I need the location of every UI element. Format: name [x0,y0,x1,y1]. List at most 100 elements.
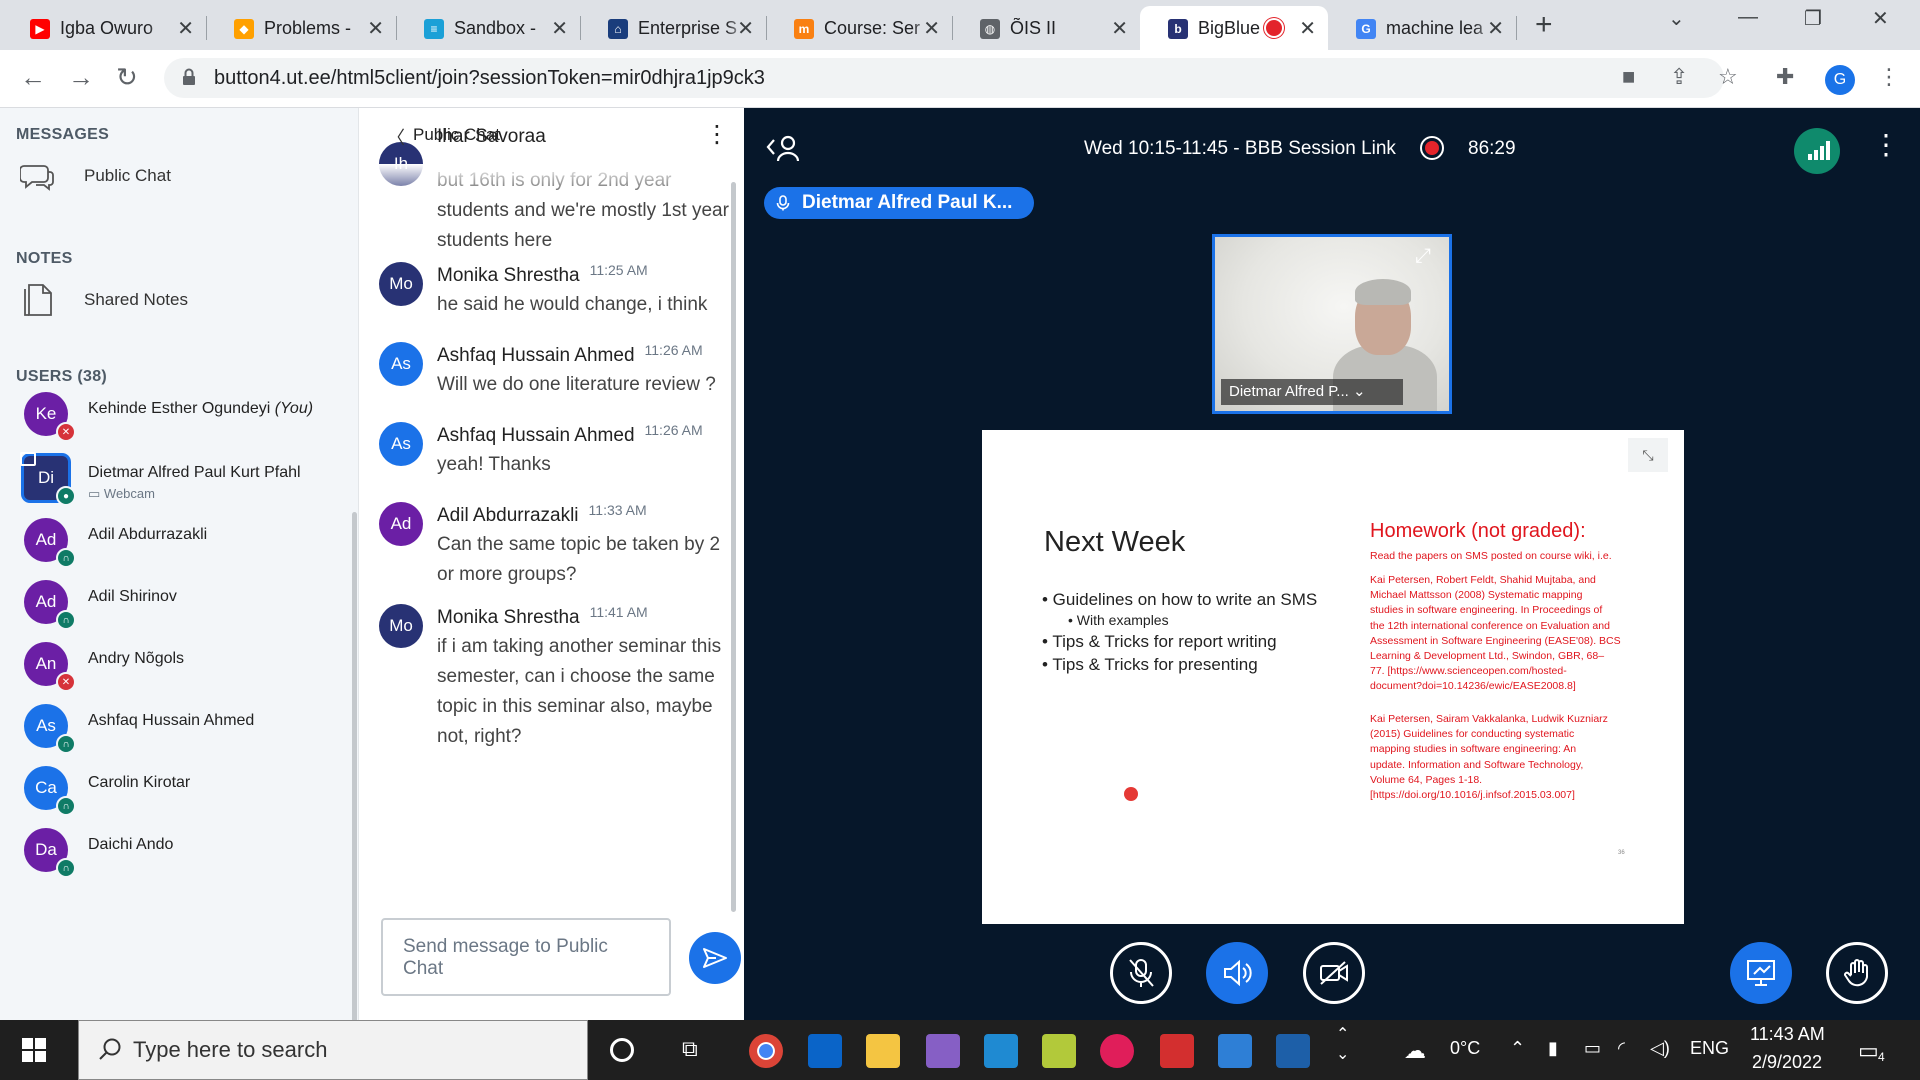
user-list-item[interactable]: Ca ∩ Carolin Kirotar [20,760,340,816]
chat-title: Public Chat [413,125,500,144]
tab-close-icon[interactable]: ✕ [367,16,384,41]
tab-close-icon[interactable]: ✕ [923,16,940,41]
video-button[interactable] [1303,942,1365,1004]
talking-indicator[interactable]: Dietmar Alfred Paul K... [764,187,1035,219]
shared-notes-label: Shared Notes [84,290,188,309]
raise-hand-button[interactable] [1826,942,1888,1004]
chat-scrollbar[interactable] [731,182,736,912]
cortana-icon[interactable] [610,1038,634,1062]
tab-title: Enterprise S [638,18,738,38]
tab-close-icon[interactable]: ✕ [551,16,568,41]
user-list-item[interactable]: Da ∩ Daichi Ando [20,822,340,878]
reference-line: (2015) Guidelines for conducting systema… [1370,728,1575,741]
recording-indicator-icon[interactable] [1420,136,1444,160]
acrobat-taskbar-icon[interactable] [1160,1034,1194,1068]
reload-icon[interactable]: ↻ [116,62,138,93]
minimize-button[interactable]: — [1738,6,1758,29]
browser-tab[interactable]: m Course: Ser ✕ [766,6,953,50]
avatar: As [379,342,423,386]
user-list-item[interactable]: As ∩ Ashfaq Hussain Ahmed [20,698,340,754]
browser-tab[interactable]: b BigBlue ✕ [1140,6,1328,50]
message-time: 11:41 AM [589,604,648,620]
notifications-icon[interactable]: ▭ [1858,1038,1879,1064]
public-chat-item[interactable]: Public Chat [18,156,171,196]
language-indicator[interactable]: ENG [1690,1038,1729,1059]
webcam-video[interactable]: ⤢ Dietmar Alfred P... ⌄ [1212,234,1452,414]
restore-button[interactable]: ❐ [1804,6,1822,31]
wifi-icon[interactable]: ◜ [1618,1038,1625,1059]
battery-icon[interactable]: ▭ [1584,1038,1601,1059]
browser-menu-icon[interactable]: ⋮ [1878,64,1900,90]
tab-close-icon[interactable]: ✕ [1111,16,1128,41]
chat-options-icon[interactable]: ⋮ [705,120,729,149]
tab-close-icon[interactable]: ✕ [737,16,754,41]
message-time: 11:25 AM [589,262,648,278]
clock-time[interactable]: 11:43 AM [1750,1024,1825,1045]
expand-icon[interactable]: ⤢ [1415,245,1431,268]
file-explorer-taskbar-icon[interactable] [866,1034,900,1068]
microphone-tray-icon[interactable]: ▮ [1548,1038,1558,1059]
browser-tab[interactable]: Gmachine lea ✕ [1328,6,1517,50]
tray-expand-icon[interactable]: ⌃ [1510,1038,1525,1059]
task-view-icon[interactable]: ⧉ [682,1036,698,1062]
tab-search-icon[interactable]: ⌄ [1668,6,1685,31]
user-list-item[interactable]: Ad ∩ Adil Shirinov [20,574,340,630]
user-list-item[interactable]: Ad ∩ Adil Abdurrazakli [20,512,340,568]
back-arrow-icon[interactable]: ← [20,62,46,93]
volume-icon[interactable]: ◁) [1650,1038,1670,1059]
browser-tab[interactable]: ≡ Sandbox - ✕ [396,6,581,50]
chat-message-input[interactable]: Send message to Public Chat [381,918,671,996]
new-tab-button[interactable]: + [1535,8,1553,42]
chrome-taskbar-icon[interactable] [749,1034,783,1068]
user-name: Adil Abdurrazakli [88,526,208,543]
presentation-button[interactable] [1730,942,1792,1004]
forward-arrow-icon[interactable]: → [68,62,94,93]
weather-temperature[interactable]: 0°C [1450,1038,1480,1059]
taskbar-overflow-icon[interactable]: ⌃ ⌄ [1336,1024,1349,1064]
browser-tab[interactable]: ◆ Problems - ✕ [206,6,397,50]
tab-close-icon[interactable]: ✕ [1487,16,1504,41]
presentation-icon [1747,960,1775,986]
taskbar-search[interactable]: Type here to search [78,1020,588,1080]
cisco-icon: ≡ [424,19,444,39]
notepad-taskbar-icon[interactable] [1042,1034,1076,1068]
user-list-item[interactable]: Di ● Dietmar Alfred Paul Kurt Pfahl ▭ Webca… [20,450,340,506]
bookmark-star-icon[interactable]: ☆ [1718,64,1738,90]
share-icon[interactable]: ⇪ [1670,64,1688,90]
chevron-left-icon[interactable]: 〈 [387,124,405,150]
message-text: yeah! Thanks [437,454,551,475]
tab-close-icon[interactable]: ✕ [1299,16,1316,41]
send-message-button[interactable] [689,932,741,984]
window-close-button[interactable]: ✕ [1872,6,1889,31]
webcam-label[interactable]: Dietmar Alfred P... ⌄ [1221,379,1403,405]
reference-line: Learning & Development Ltd., Swindon, GB… [1370,650,1605,663]
profile-avatar[interactable]: G [1825,65,1855,95]
browser-tab[interactable]: ◍ ÕIS II ✕ [952,6,1140,50]
vscode-taskbar-icon[interactable] [984,1034,1018,1068]
browser-tab[interactable]: ▶ Igba Owuro ✕ [2,6,207,50]
slack-taskbar-icon[interactable] [1100,1034,1134,1068]
session-options-icon[interactable]: ⋮ [1872,128,1900,161]
tab-close-icon[interactable]: ✕ [177,16,194,41]
connection-status-button[interactable] [1794,128,1840,174]
virtualbox-taskbar-icon[interactable] [1218,1034,1252,1068]
powershell-taskbar-icon[interactable] [1276,1034,1310,1068]
user-list-scrollbar[interactable] [352,512,357,1020]
extensions-icon[interactable]: ✚ [1776,64,1794,90]
windows-start-icon[interactable] [22,1038,46,1067]
visual-studio-taskbar-icon[interactable] [926,1034,960,1068]
mute-button[interactable] [1110,942,1172,1004]
audio-button[interactable] [1206,942,1268,1004]
user-list-item[interactable]: An ✕ Andry Nõgols [20,636,340,692]
browser-tab[interactable]: ⌂ Enterprise S ✕ [580,6,767,50]
fullscreen-icon[interactable]: ⤡ [1628,438,1668,472]
outlook-taskbar-icon[interactable] [808,1034,842,1068]
chat-header: 〈 Public Chat ⋮ [359,108,744,164]
talking-name: Dietmar Alfred Paul K... [802,192,1013,213]
clock-date[interactable]: 2/9/2022 [1752,1052,1822,1073]
user-list-item[interactable]: Ke ✕ Kehinde Esther Ogundeyi (You) [20,386,340,442]
address-bar[interactable]: button4.ut.ee/html5client/join?sessionTo… [164,58,1724,98]
toggle-userlist-icon[interactable] [766,134,802,167]
camera-icon[interactable]: ■ [1622,64,1635,90]
shared-notes-item[interactable]: Shared Notes [18,280,188,320]
